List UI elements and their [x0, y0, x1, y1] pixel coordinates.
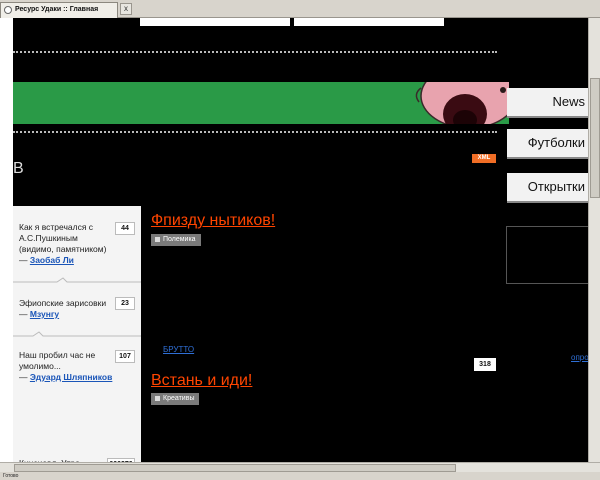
post-category-tag[interactable]: Полемика: [151, 234, 201, 246]
horizontal-scrollbar[interactable]: [0, 462, 600, 472]
list-separator: [13, 277, 141, 283]
horizontal-scroll-thumb[interactable]: [14, 464, 456, 472]
left-gutter: [0, 18, 13, 462]
divider: [13, 131, 497, 133]
post-title-link[interactable]: Встань и иди!: [151, 372, 252, 390]
nav-tshirts[interactable]: Футболки: [507, 129, 595, 157]
nav-shadow: [507, 157, 595, 159]
post-score-badge: 318: [474, 358, 496, 371]
browser-tab-title: Ресурс Удаки :: Главная: [15, 6, 99, 13]
nav-news[interactable]: News: [507, 88, 595, 116]
comment-count-badge: 44: [115, 222, 135, 235]
header-banner[interactable]: [13, 82, 509, 124]
author-link[interactable]: Заобаб Ли: [30, 255, 74, 265]
favicon-icon: [4, 6, 12, 14]
comment-count-badge: 107: [115, 350, 135, 363]
browser-tab[interactable]: Ресурс Удаки :: Главная: [0, 2, 118, 18]
status-bar: Готово: [0, 472, 600, 480]
comment-count-badge: 23: [115, 297, 135, 310]
nav-postcards[interactable]: Открытки: [507, 173, 595, 201]
vertical-scrollbar[interactable]: [588, 18, 600, 462]
pig-mascot-icon: [415, 82, 509, 124]
toolbar-strip: [140, 18, 290, 26]
xml-feed-button[interactable]: XML: [472, 154, 496, 163]
brutto-link[interactable]: БРУТТО: [163, 345, 194, 354]
list-separator: [13, 331, 141, 337]
nav-shadow: [507, 201, 595, 203]
post-title-link[interactable]: Фпизду нытиков!: [151, 212, 275, 230]
close-tab-icon[interactable]: x: [120, 3, 132, 15]
browser-tab-bar: Ресурс Удаки :: Главная x: [0, 0, 600, 18]
author-link[interactable]: Мзунгу: [30, 309, 59, 319]
vertical-scroll-thumb[interactable]: [590, 78, 600, 198]
section-heading: В: [13, 160, 24, 177]
list-item-text: Наш пробил час не умолимо...: [19, 350, 96, 371]
nav-shadow: [507, 116, 595, 118]
toolbar-strip: [294, 18, 444, 26]
divider: [13, 51, 497, 53]
author-link[interactable]: Эдуард Шляпников: [30, 372, 112, 382]
post-category-tag[interactable]: Креативы: [151, 393, 200, 405]
popular-list: Как я встречался с А.С.Пушкиным (видимо,…: [13, 206, 141, 471]
right-widget-box: [506, 226, 600, 284]
list-item-text: Как я встречался с А.С.Пушкиным (видимо,…: [19, 222, 107, 254]
